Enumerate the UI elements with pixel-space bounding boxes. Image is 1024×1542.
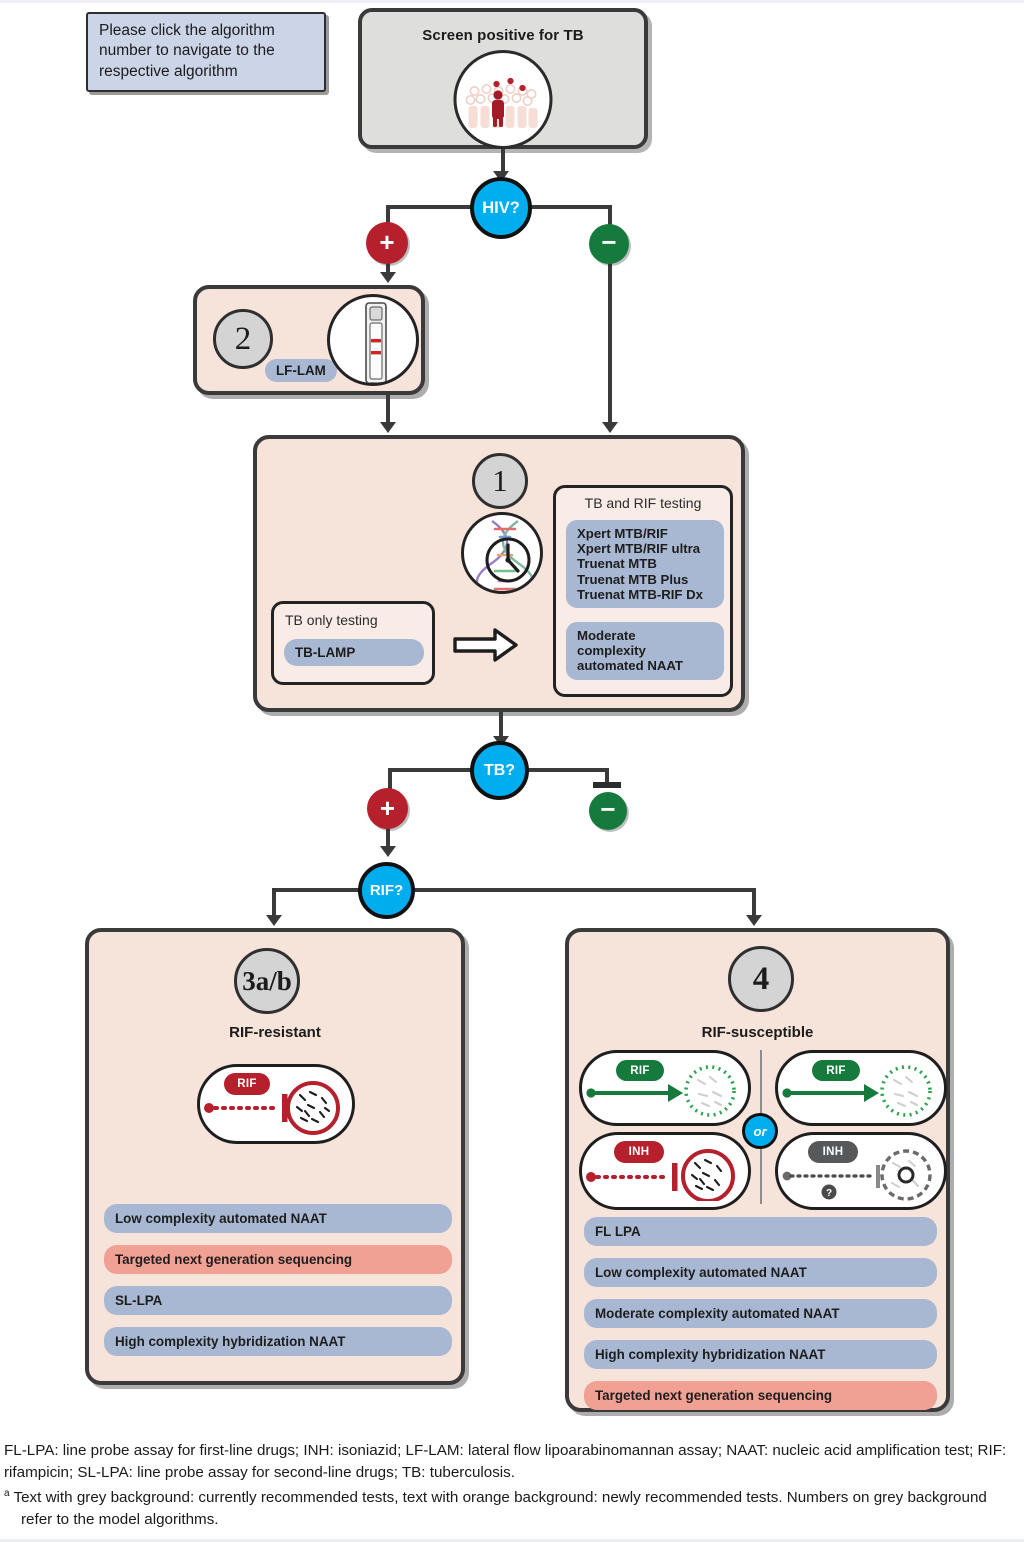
test-line: complexity [577,643,646,659]
algorithm-3-panel[interactable]: 3a/b RIF-resistant RIF Low complexity au… [85,928,465,1385]
test-line: Xpert MTB/RIF ultra [577,541,701,557]
right-arrow-icon [453,627,519,668]
arrowhead-hivneg-to-algo1 [602,422,618,433]
tb-positive-badge: + [367,788,408,829]
hiv-positive-badge: + [366,222,408,264]
algorithm-4-subtitle: RIF-susceptible [701,1024,814,1041]
algorithm-3-test-4: High complexity hybridization NAAT [104,1327,452,1356]
algorithm-1-number-label: 1 [492,463,508,498]
tb-and-rif-testing-title: TB and RIF testing [584,495,702,511]
test-line: Moderate [577,628,636,643]
top-divider [0,0,1024,3]
crowd-people-icon [453,50,553,149]
connector-rif-left [272,888,362,892]
tb-rif-test-group-1: Xpert MTB/RIF Xpert MTB/RIF ultra Truena… [566,520,724,608]
tb-and-rif-testing-box: TB and RIF testing Xpert MTB/RIF Xpert M… [553,485,733,697]
footnotes: FL-LPA: line probe assay for first-line … [4,1440,1020,1534]
connector-hiv-right [528,205,612,209]
algorithm-2-number-label: 2 [234,320,252,357]
tb-negative-stop-bar [593,782,621,788]
algorithm-4-number-label: 4 [752,960,770,997]
algorithm-2-panel[interactable]: 2 LF-LAM [193,285,425,395]
inh-drug-tag: INH [614,1141,664,1163]
algorithm-flowchart: Please click the algorithm number to nav… [0,0,1024,1542]
lflam-pill-label: LF-LAM [265,359,337,382]
rif-susceptible-icon-left: RIF [579,1050,751,1126]
inh-drug-tag-unknown: INH [808,1141,858,1163]
rif-drug-tag: RIF [224,1073,270,1095]
decision-rif-label: RIF? [369,882,404,899]
decision-rif[interactable]: RIF? [358,862,415,919]
decision-tb[interactable]: TB? [470,741,529,800]
tb-lamp-pill: TB-LAMP [284,639,424,666]
lateral-flow-strip-icon [327,294,419,386]
tb-only-testing-title: TB only testing [285,612,378,628]
algorithm-2-number[interactable]: 2 [213,309,273,369]
decision-hiv[interactable]: HIV? [470,177,532,239]
algorithm-4-test-5: Targeted next generation sequencing [584,1381,937,1410]
algorithm-3-subtitle: RIF-resistant [229,1024,321,1041]
algorithm-1-number[interactable]: 1 [472,453,528,509]
algorithm-1-panel[interactable]: 1 TB only testing TB-LAMP TB and RIF tes… [253,435,745,712]
algorithm-3-test-3: SL-LPA [104,1286,452,1315]
algorithm-3-number-label: 3a/b [242,965,292,996]
algorithm-3-test-2: Targeted next generation sequencing [104,1245,452,1274]
arrowhead-to-algo3 [266,915,282,926]
screen-positive-node: Screen positive for TB [358,8,648,149]
inh-unknown-icon: ? INH [775,1132,947,1210]
dna-clock-icon [461,512,543,594]
tb-only-testing-box: TB only testing TB-LAMP [271,601,435,685]
algorithm-4-number[interactable]: 4 [728,946,794,1012]
rif-resistant-icon: RIF [197,1064,355,1144]
test-line: Truenat MTB-RIF Dx [577,586,704,602]
footnote-note: a Text with grey background: currently r… [4,1487,1020,1530]
footnote-abbreviations: FL-LPA: line probe assay for first-line … [4,1442,1007,1481]
connector-tb-left [388,768,474,772]
footnote-marker: a [4,1488,10,1500]
algorithm-4-test-1: FL LPA [584,1217,937,1246]
or-badge: or [742,1113,778,1149]
footnote-note-text: Text with grey background: currently rec… [13,1489,987,1528]
tb-negative-badge: − [589,792,627,830]
test-line: Truenat MTB [577,556,657,572]
hint-text: Please click the algorithm number to nav… [99,22,275,80]
svg-text:?: ? [826,1188,832,1199]
arrowhead-to-rif [380,846,396,857]
algorithm-4-panel[interactable]: 4 RIF-susceptible RIF RIF INH ? INH or F… [565,928,950,1412]
connector-tb-left-drop [388,768,392,790]
algorithm-3-number[interactable]: 3a/b [234,948,300,1014]
rif-drug-tag-right: RIF [812,1060,860,1081]
test-line: Xpert MTB/RIF [577,526,668,541]
rif-drug-tag-left: RIF [616,1060,664,1081]
algorithm-4-test-2: Low complexity automated NAAT [584,1258,937,1287]
inh-resistant-icon: INH [579,1132,751,1210]
test-line: automated NAAT [577,658,683,674]
hiv-negative-badge: − [589,224,629,264]
arrowhead-to-lflam [380,272,396,283]
connector-tb-right-drop [605,768,609,782]
decision-tb-label: TB? [483,761,516,779]
algorithm-4-test-4: High complexity hybridization NAAT [584,1340,937,1369]
rif-susceptible-icon-right: RIF [775,1050,947,1126]
arrowhead-lflam-to-algo1 [380,422,396,433]
connector-hiv-left [386,205,476,209]
hint-box: Please click the algorithm number to nav… [86,12,326,92]
connector-hivneg-down [608,262,612,422]
algorithm-3-test-1: Low complexity automated NAAT [104,1204,452,1233]
screen-positive-title: Screen positive for TB [422,27,584,44]
test-line: Truenat MTB Plus [577,571,689,587]
algorithm-4-test-3: Moderate complexity automated NAAT [584,1299,937,1328]
arrowhead-to-algo4 [746,915,762,926]
or-badge-label: or [753,1123,767,1139]
lflam-pill: LF-LAM [265,359,337,382]
tb-rif-test-group-2: Moderate complexity automated NAAT [566,622,724,680]
connector-rif-right [411,888,756,892]
connector-tb-right [525,768,609,772]
decision-hiv-label: HIV? [482,198,520,217]
